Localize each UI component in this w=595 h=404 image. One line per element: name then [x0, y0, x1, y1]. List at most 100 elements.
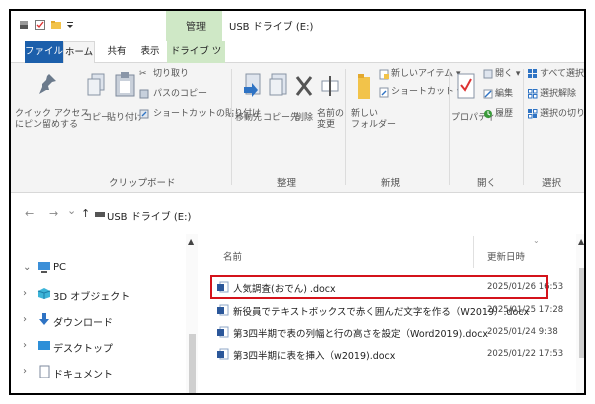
copy-path-button[interactable]: パスのコピー [153, 89, 207, 100]
tab-share[interactable]: 共有 [103, 41, 131, 63]
move-to-button[interactable]: 移動先 [235, 113, 262, 124]
title-bar: 管理 USB ドライブ (E:) [11, 11, 584, 41]
file-date: 2025/01/22 17:53 [487, 349, 564, 359]
new-item-button[interactable]: 新しいアイテム ▾ [391, 69, 460, 80]
history-icon [484, 110, 492, 118]
history-button[interactable]: 履歴 [495, 109, 513, 120]
context-label: 管理 [186, 22, 206, 33]
nav-item-label: ダウンロード [53, 318, 113, 329]
new-item-icon [379, 69, 389, 80]
forward-button[interactable]: → [49, 207, 58, 220]
select-all-button[interactable]: すべて選択 [540, 69, 584, 80]
cut-button[interactable]: 切り取り [153, 69, 189, 80]
file-name: 第3四半期に表を挿入（w2019).docx [233, 351, 396, 362]
new-folder-icon [358, 74, 370, 99]
back-button[interactable]: ← [25, 207, 34, 220]
copy-to-button[interactable]: コピー先 [263, 113, 299, 124]
recent-locations-button[interactable]: ⌄ [67, 204, 76, 217]
usb-drive-icon [95, 212, 105, 217]
ribbon-separator [523, 69, 524, 185]
pin-label-line1: クイック アクセス [15, 109, 90, 119]
copy-icon [87, 73, 105, 96]
file-row[interactable]: 新役員でテキストボックスで赤く囲んだ文字を作る（W2019）.docx 2025… [211, 300, 563, 320]
scroll-thumb[interactable] [189, 334, 196, 393]
new-folder-label-line1: 新しい [351, 109, 379, 119]
copy-to-icon [269, 73, 287, 96]
new-folder-label-line2: フォルダー [351, 120, 397, 130]
invert-selection-button[interactable]: 選択の切り替え [540, 109, 584, 120]
column-divider[interactable] [473, 236, 474, 268]
open-button[interactable]: 開く ▾ [495, 69, 520, 80]
edit-button[interactable]: 編集 [495, 89, 513, 100]
collapse-chevron-icon[interactable]: › [23, 288, 27, 299]
ribbon: クイック アクセス にピン留めする コピー 貼り付け ✂ 切り取り パスのコピー… [11, 63, 584, 193]
scroll-up-arrow-icon[interactable]: ▲ [188, 237, 194, 246]
tab-view[interactable]: 表示 [135, 41, 165, 63]
ribbon-tabs: ファイル ホーム 共有 表示 ドライブ ツール [11, 41, 584, 79]
move-to-icon [244, 73, 261, 97]
navigation-pane: ⌄ PC › 3D オブジェクト › ダウンロード › デスクトップ › ドキュ… [11, 234, 198, 393]
download-icon [39, 313, 49, 325]
rename-label-line1: 名前の [317, 109, 345, 119]
file-row[interactable]: 第3四半期に表を挿入（w2019).docx 2025/01/22 17:53 [211, 344, 563, 364]
file-row[interactable]: 第3四半期で表の列幅と行の高さを設定（Word2019).docx 2025/0… [211, 322, 558, 342]
column-header-date[interactable]: 更新日時 [487, 249, 525, 263]
scroll-up-arrow-icon[interactable]: ▲ [578, 237, 584, 246]
pc-icon [38, 262, 50, 273]
scroll-thumb[interactable] [579, 268, 584, 358]
paste-shortcut-icon [139, 109, 149, 119]
nav-item-label: ドキュメント [53, 370, 113, 381]
select-none-icon [528, 89, 538, 99]
nav-item-label: 3D オブジェクト [53, 292, 131, 303]
file-name: 第3四半期で表の列幅と行の高さを設定（Word2019).docx [233, 329, 489, 340]
breadcrumb[interactable]: USB ドライブ (E:) [107, 208, 191, 223]
rename-icon [321, 76, 339, 96]
file-scrollbar[interactable]: ▲ [576, 234, 584, 393]
paste-button[interactable]: 貼り付け [107, 113, 143, 124]
content-area: ⌄ PC › 3D オブジェクト › ダウンロード › デスクトップ › ドキュ… [11, 234, 584, 393]
collapse-chevron-icon[interactable]: › [23, 314, 27, 325]
file-date: 2025/01/24 9:38 [487, 327, 558, 337]
document-icon [39, 365, 50, 378]
file-name: 新役員でテキストボックスで赤く囲んだ文字を作る（W2019）.docx [233, 307, 530, 318]
expand-chevron-icon[interactable]: ⌄ [23, 262, 31, 273]
copy-path-icon [139, 89, 149, 99]
checkbox-icon[interactable] [35, 20, 45, 30]
disk-icon[interactable] [19, 20, 29, 30]
new-folder-button[interactable]: 新しい フォルダー [351, 109, 396, 131]
window-title: USB ドライブ (E:) [229, 22, 314, 33]
clipboard-group-label: クリップボード [109, 178, 176, 189]
paste-icon [115, 72, 135, 97]
pin-to-quick-access-button[interactable]: クイック アクセス にピン留めする [15, 109, 89, 131]
address-bar: ← → ⌄ ↑ USB ドライブ (E:) [11, 194, 584, 234]
pin-label-line2: にピン留めする [15, 120, 79, 130]
up-button[interactable]: ↑ [81, 207, 90, 220]
collapse-chevron-icon[interactable]: › [23, 340, 27, 351]
nav-scrollbar[interactable]: ▲ [186, 234, 198, 393]
nav-item-label: PC [53, 262, 67, 273]
folder-icon[interactable] [51, 20, 61, 30]
delete-button[interactable]: 削除 [295, 113, 313, 124]
tab-drive-tools[interactable]: ドライブ ツール [167, 41, 225, 79]
sort-caret-icon: ⌄ [533, 236, 540, 245]
dropdown-icon[interactable] [66, 20, 74, 30]
shortcut-icon [379, 87, 389, 98]
tab-home[interactable]: ホーム [63, 41, 95, 64]
select-group-label: 選択 [542, 178, 562, 189]
rename-button[interactable]: 名前の 変更 [317, 109, 344, 131]
collapse-chevron-icon[interactable]: › [23, 366, 27, 377]
select-none-button[interactable]: 選択解除 [540, 89, 576, 100]
invert-selection-icon [528, 109, 538, 119]
word-doc-icon [217, 326, 229, 338]
column-header-name[interactable]: 名前 [223, 249, 242, 263]
cube-icon [37, 288, 51, 299]
properties-icon [457, 73, 475, 99]
copy-button[interactable]: コピー [83, 113, 110, 124]
scissors-icon: ✂ [139, 69, 147, 79]
ribbon-separator [231, 69, 232, 185]
file-date: 2025/01/25 17:28 [487, 305, 564, 315]
tab-file[interactable]: ファイル [25, 41, 63, 63]
shortcut-button[interactable]: ショートカット ▾ [391, 87, 461, 98]
highlight-box [210, 275, 548, 299]
select-all-icon [528, 69, 537, 78]
